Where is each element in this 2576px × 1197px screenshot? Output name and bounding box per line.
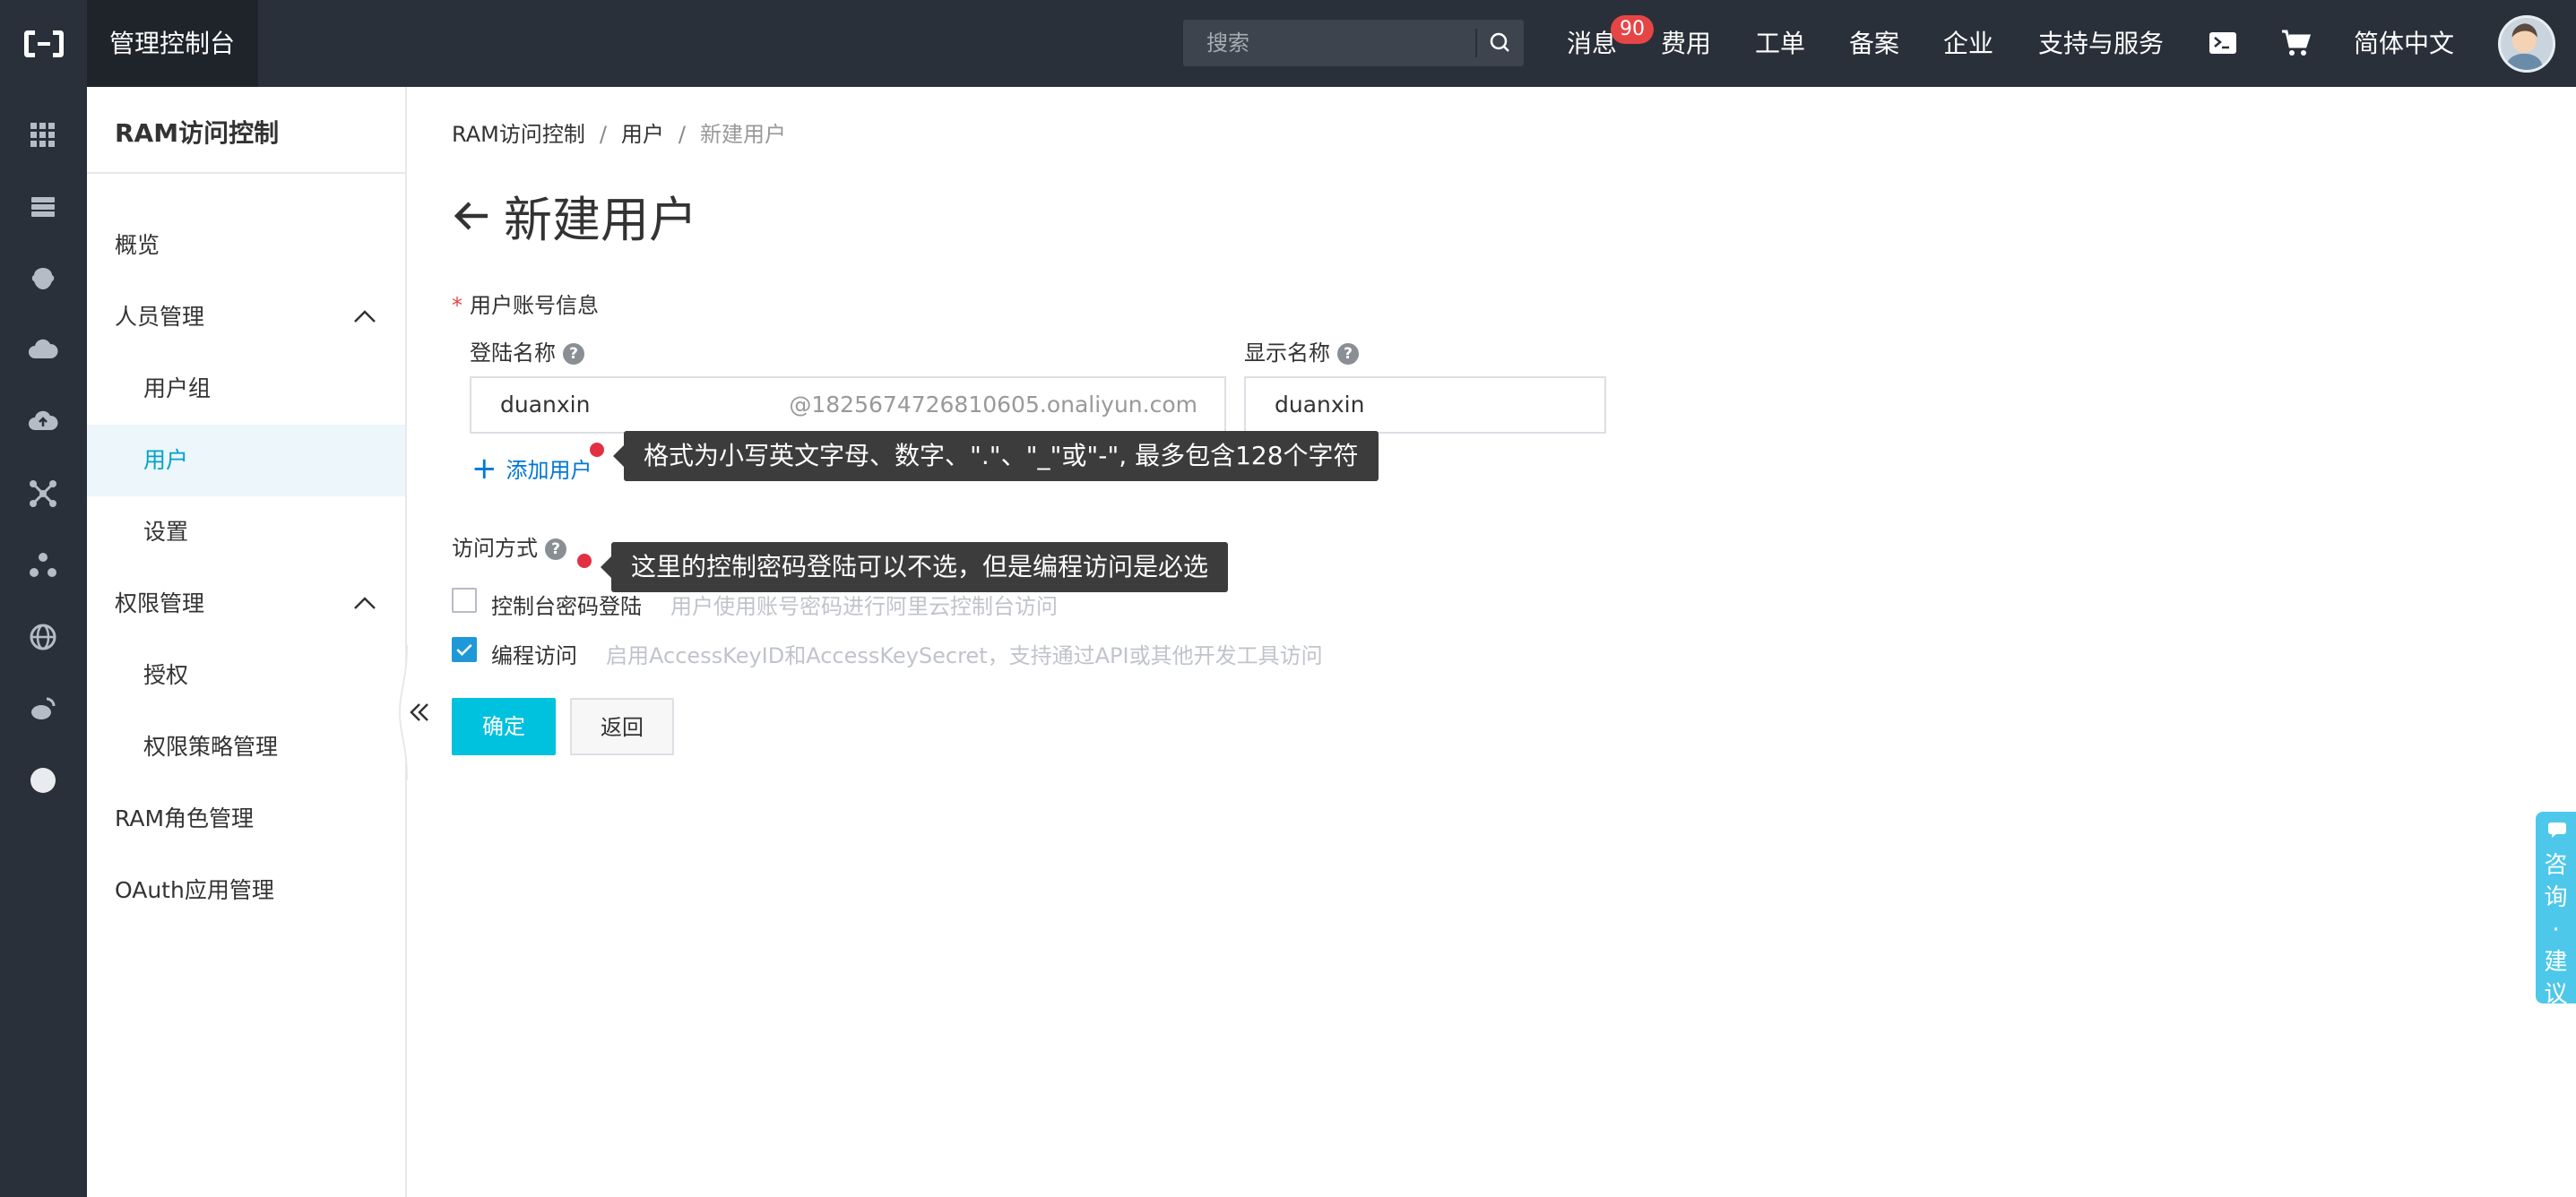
cart-icon[interactable] xyxy=(2279,27,2312,59)
annotation-dot xyxy=(577,554,592,568)
checkmark-icon xyxy=(456,643,472,656)
avatar-face-icon xyxy=(2505,23,2544,70)
back-arrow-icon[interactable] xyxy=(452,198,491,234)
breadcrumb: RAM访问控制 / 用户 / 新建用户 xyxy=(452,116,786,148)
weibo-icon[interactable] xyxy=(27,693,59,725)
display-name-field[interactable]: duanxin xyxy=(1244,376,1606,434)
cloud-upload-icon[interactable] xyxy=(27,406,59,438)
messages-badge: 90 xyxy=(1611,15,1654,44)
format-tooltip: 格式为小写英文字母、数字、"."、"_"或"-", 最多包含128个字符 xyxy=(613,431,1379,481)
back-button[interactable]: 返回 xyxy=(570,698,674,755)
required-mark: * xyxy=(452,293,462,318)
sidebar: RAM访问控制 概览 人员管理 用户组 用户 设置 权限管理 授权 权限策略管理… xyxy=(87,87,407,1197)
display-name-value: duanxin xyxy=(1275,392,1365,418)
programmatic-access-label[interactable]: 编程访问 xyxy=(491,638,577,669)
page-title: 新建用户 xyxy=(452,180,697,251)
user-avatar[interactable] xyxy=(2498,15,2555,73)
sidebar-item-policies[interactable]: 权限策略管理 xyxy=(87,711,405,783)
programmatic-access-hint: 启用AccessKeyID和AccessKeySecret，支持通过API或其他… xyxy=(606,643,1323,668)
breadcrumb-separator: / xyxy=(599,122,607,147)
account-section-text: 用户账号信息 xyxy=(470,293,599,318)
product-rail xyxy=(0,87,87,1197)
nav-support[interactable]: 支持与服务 xyxy=(2038,0,2164,87)
help-icon[interactable]: ? xyxy=(563,343,584,365)
login-name-field[interactable]: duanxin @1825674726810605.onaliyun.com xyxy=(470,376,1226,434)
display-name-text: 显示名称 xyxy=(1244,340,1330,366)
access-tooltip: 这里的控制密码登陆可以不选，但是编程访问是必选 xyxy=(600,542,1229,592)
sidebar-item-ram-roles[interactable]: RAM角色管理 xyxy=(87,783,405,855)
display-name-label: 显示名称? xyxy=(1244,335,1359,366)
search-box[interactable]: 搜索 xyxy=(1183,20,1524,66)
console-login-hint: 用户使用账号密码进行阿里云控制台访问 xyxy=(670,594,1058,619)
help-icon[interactable]: ? xyxy=(1337,343,1359,365)
nav-tickets[interactable]: 工单 xyxy=(1755,0,1805,87)
feedback-widget[interactable]: 咨询 · 建议 xyxy=(2536,812,2576,1008)
sidebar-group-label: 人员管理 xyxy=(115,304,205,330)
sidebar-item-overview[interactable]: 概览 xyxy=(87,210,405,281)
ok-button[interactable]: 确定 xyxy=(452,698,556,755)
breadcrumb-root[interactable]: RAM访问控制 xyxy=(452,122,585,147)
nav-icp[interactable]: 备案 xyxy=(1849,0,1899,87)
plus-icon: + xyxy=(471,450,497,487)
console-login-checkbox[interactable] xyxy=(452,588,477,613)
grid-menu-icon[interactable] xyxy=(27,119,59,151)
console-login-label[interactable]: 控制台密码登陆 xyxy=(491,589,642,620)
breadcrumb-separator: / xyxy=(678,122,687,147)
sidebar-item-oauth-apps[interactable]: OAuth应用管理 xyxy=(87,855,405,926)
page-title-text: 新建用户 xyxy=(504,192,697,248)
search-icon[interactable] xyxy=(1484,29,1515,57)
annotation-dot xyxy=(590,443,604,457)
nav-enterprise[interactable]: 企业 xyxy=(1943,0,1993,87)
search-input[interactable]: 搜索 xyxy=(1206,20,1249,66)
login-name-value: duanxin xyxy=(500,392,591,418)
sidebar-item-user-groups[interactable]: 用户组 xyxy=(87,353,405,425)
sidebar-item-settings[interactable]: 设置 xyxy=(87,496,405,568)
top-navbar: 管理控制台 搜索 消息 90 费用 工单 备案 企业 支持与服务 简体中文 xyxy=(0,0,2576,87)
circle-icon[interactable] xyxy=(27,764,59,797)
chevron-up-icon[interactable] xyxy=(353,308,376,324)
network-icon[interactable] xyxy=(27,478,59,510)
search-divider xyxy=(1475,29,1477,57)
main-content: RAM访问控制 / 用户 / 新建用户 新建用户 * 用户账号信息 登陆名称? 显示名称?… xyxy=(407,87,2576,1197)
breadcrumb-current: 新建用户 xyxy=(700,122,787,147)
cloud-db-icon[interactable] xyxy=(27,334,59,366)
add-user-text: 添加用户 xyxy=(506,458,592,483)
sidebar-group-permissions[interactable]: 权限管理 xyxy=(87,568,405,640)
sidebar-divider xyxy=(87,172,405,174)
chat-bubble-icon xyxy=(2548,822,2566,838)
console-home-link[interactable]: 管理控制台 xyxy=(87,0,258,87)
cluster-icon[interactable] xyxy=(27,549,59,581)
terminal-icon[interactable] xyxy=(2207,27,2239,59)
sidebar-group-label: 权限管理 xyxy=(115,590,205,616)
account-section-label: * 用户账号信息 xyxy=(452,288,599,319)
chevron-up-icon[interactable] xyxy=(353,595,376,611)
access-method-label: 访问方式? xyxy=(452,530,566,562)
nav-billing[interactable]: 费用 xyxy=(1661,0,1711,87)
sidebar-title: RAM访问控制 xyxy=(115,118,280,148)
login-name-text: 登陆名称 xyxy=(470,340,556,366)
sidebar-item-users[interactable]: 用户 xyxy=(87,425,405,496)
sidebar-group-identities[interactable]: 人员管理 xyxy=(87,281,405,353)
login-name-label: 登陆名称? xyxy=(470,335,584,366)
access-method-text: 访问方式 xyxy=(452,536,538,561)
nav-messages[interactable]: 消息 xyxy=(1567,0,1617,87)
help-icon[interactable]: ? xyxy=(545,538,566,560)
feedback-label: 咨询 · 建议 xyxy=(2544,852,2568,1008)
add-user-link[interactable]: + 添加用户 xyxy=(471,452,592,484)
server-icon[interactable] xyxy=(27,191,59,223)
programmatic-access-checkbox[interactable] xyxy=(452,637,477,662)
cloud-brain-icon[interactable] xyxy=(27,263,59,295)
aliyun-logo-icon[interactable] xyxy=(0,0,87,87)
breadcrumb-users[interactable]: 用户 xyxy=(621,122,664,147)
globe-icon[interactable] xyxy=(27,621,59,653)
login-name-suffix: @1825674726810605.onaliyun.com xyxy=(789,392,1197,418)
sidebar-item-grants[interactable]: 授权 xyxy=(87,640,405,711)
language-switch[interactable]: 简体中文 xyxy=(2354,0,2454,87)
